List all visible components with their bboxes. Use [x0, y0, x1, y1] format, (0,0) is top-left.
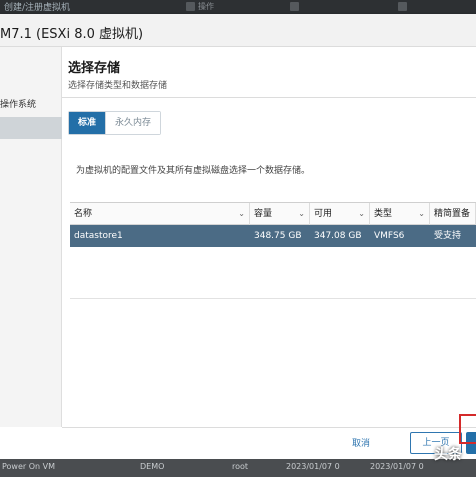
step-storage-active[interactable] — [0, 117, 62, 139]
dialog-title: M7.1 (ESXi 8.0 虚拟机) — [0, 27, 144, 42]
background-vm-list: Power On VM DEMO root 2023/01/07 0 2023/… — [0, 459, 476, 477]
step-os[interactable]: 操作系统 — [0, 94, 36, 116]
toolbar-icon — [186, 2, 195, 11]
chevron-down-icon[interactable]: ⌄ — [418, 203, 425, 225]
divider — [62, 97, 476, 98]
wizard-content: 选择存储 选择存储类型和数据存储 标准 永久内存 为虚拟机的配置文件及其所有虚拟… — [62, 47, 476, 427]
page-subtitle: 选择存储类型和数据存储 — [68, 81, 168, 91]
cancel-button[interactable]: 取消 — [352, 436, 370, 449]
cell-type: VMFS6 — [374, 231, 405, 241]
toolbar-item-actions[interactable]: 操作 — [198, 1, 214, 12]
watermark: 头条 — [434, 447, 462, 463]
cell-thin-provisioning: 受支持 — [434, 231, 462, 241]
tab-persistent-memory[interactable]: 永久内存 — [105, 112, 161, 134]
chevron-down-icon[interactable]: ⌄ — [298, 203, 305, 225]
storage-description: 为虚拟机的配置文件及其所有虚拟磁盘选择一个数据存储。 — [76, 166, 311, 176]
column-header-name[interactable]: 名称 ⌄ — [70, 203, 250, 225]
storage-type-tabs: 标准 永久内存 — [68, 111, 162, 135]
cell-capacity: 348.75 GB — [254, 231, 302, 241]
column-header-free[interactable]: 可用 ⌄ — [310, 203, 370, 225]
tab-standard[interactable]: 标准 — [69, 112, 106, 134]
toolbar-icon — [290, 2, 299, 11]
chevron-down-icon[interactable]: ⌄ — [238, 203, 245, 225]
toolbar-title: 创建/注册虚拟机 — [4, 3, 71, 13]
datastore-table: 名称 ⌄ 容量 ⌄ 可用 ⌄ 类型 ⌄ 精简置备 datastore1 348.75 G… — [70, 202, 476, 247]
cell-name: datastore1 — [74, 231, 123, 241]
chevron-down-icon[interactable]: ⌄ — [358, 203, 365, 225]
background-toolbar: 创建/注册虚拟机 操作 — [0, 0, 476, 14]
column-header-type[interactable]: 类型 ⌄ — [370, 203, 430, 225]
create-vm-dialog: M7.1 (ESXi 8.0 虚拟机) 操作系统 选择存储 选择存储类型和数据存… — [0, 14, 476, 459]
list-cell: DEMO — [140, 462, 165, 471]
dialog-footer: 取消 上一页 — [62, 427, 476, 459]
toolbar-icon — [398, 2, 407, 11]
column-header-capacity[interactable]: 容量 ⌄ — [250, 203, 310, 225]
dialog-header: M7.1 (ESXi 8.0 虚拟机) — [0, 14, 476, 47]
column-header-thin-provisioning[interactable]: 精简置备 — [430, 203, 476, 225]
highlight-box — [459, 414, 476, 444]
wizard-steps: 操作系统 — [0, 47, 62, 427]
table-header: 名称 ⌄ 容量 ⌄ 可用 ⌄ 类型 ⌄ 精简置备 — [70, 203, 476, 225]
table-empty-area — [70, 247, 476, 299]
list-cell: Power On VM — [2, 462, 56, 471]
page-title: 选择存储 — [68, 61, 121, 76]
cell-free: 347.08 GB — [314, 231, 362, 241]
list-cell: 2023/01/07 0 — [286, 462, 340, 471]
list-cell: 2023/01/07 0 — [370, 462, 424, 471]
list-cell: root — [232, 462, 249, 471]
table-row[interactable]: datastore1 348.75 GB 347.08 GB VMFS6 受支持 — [70, 225, 476, 247]
